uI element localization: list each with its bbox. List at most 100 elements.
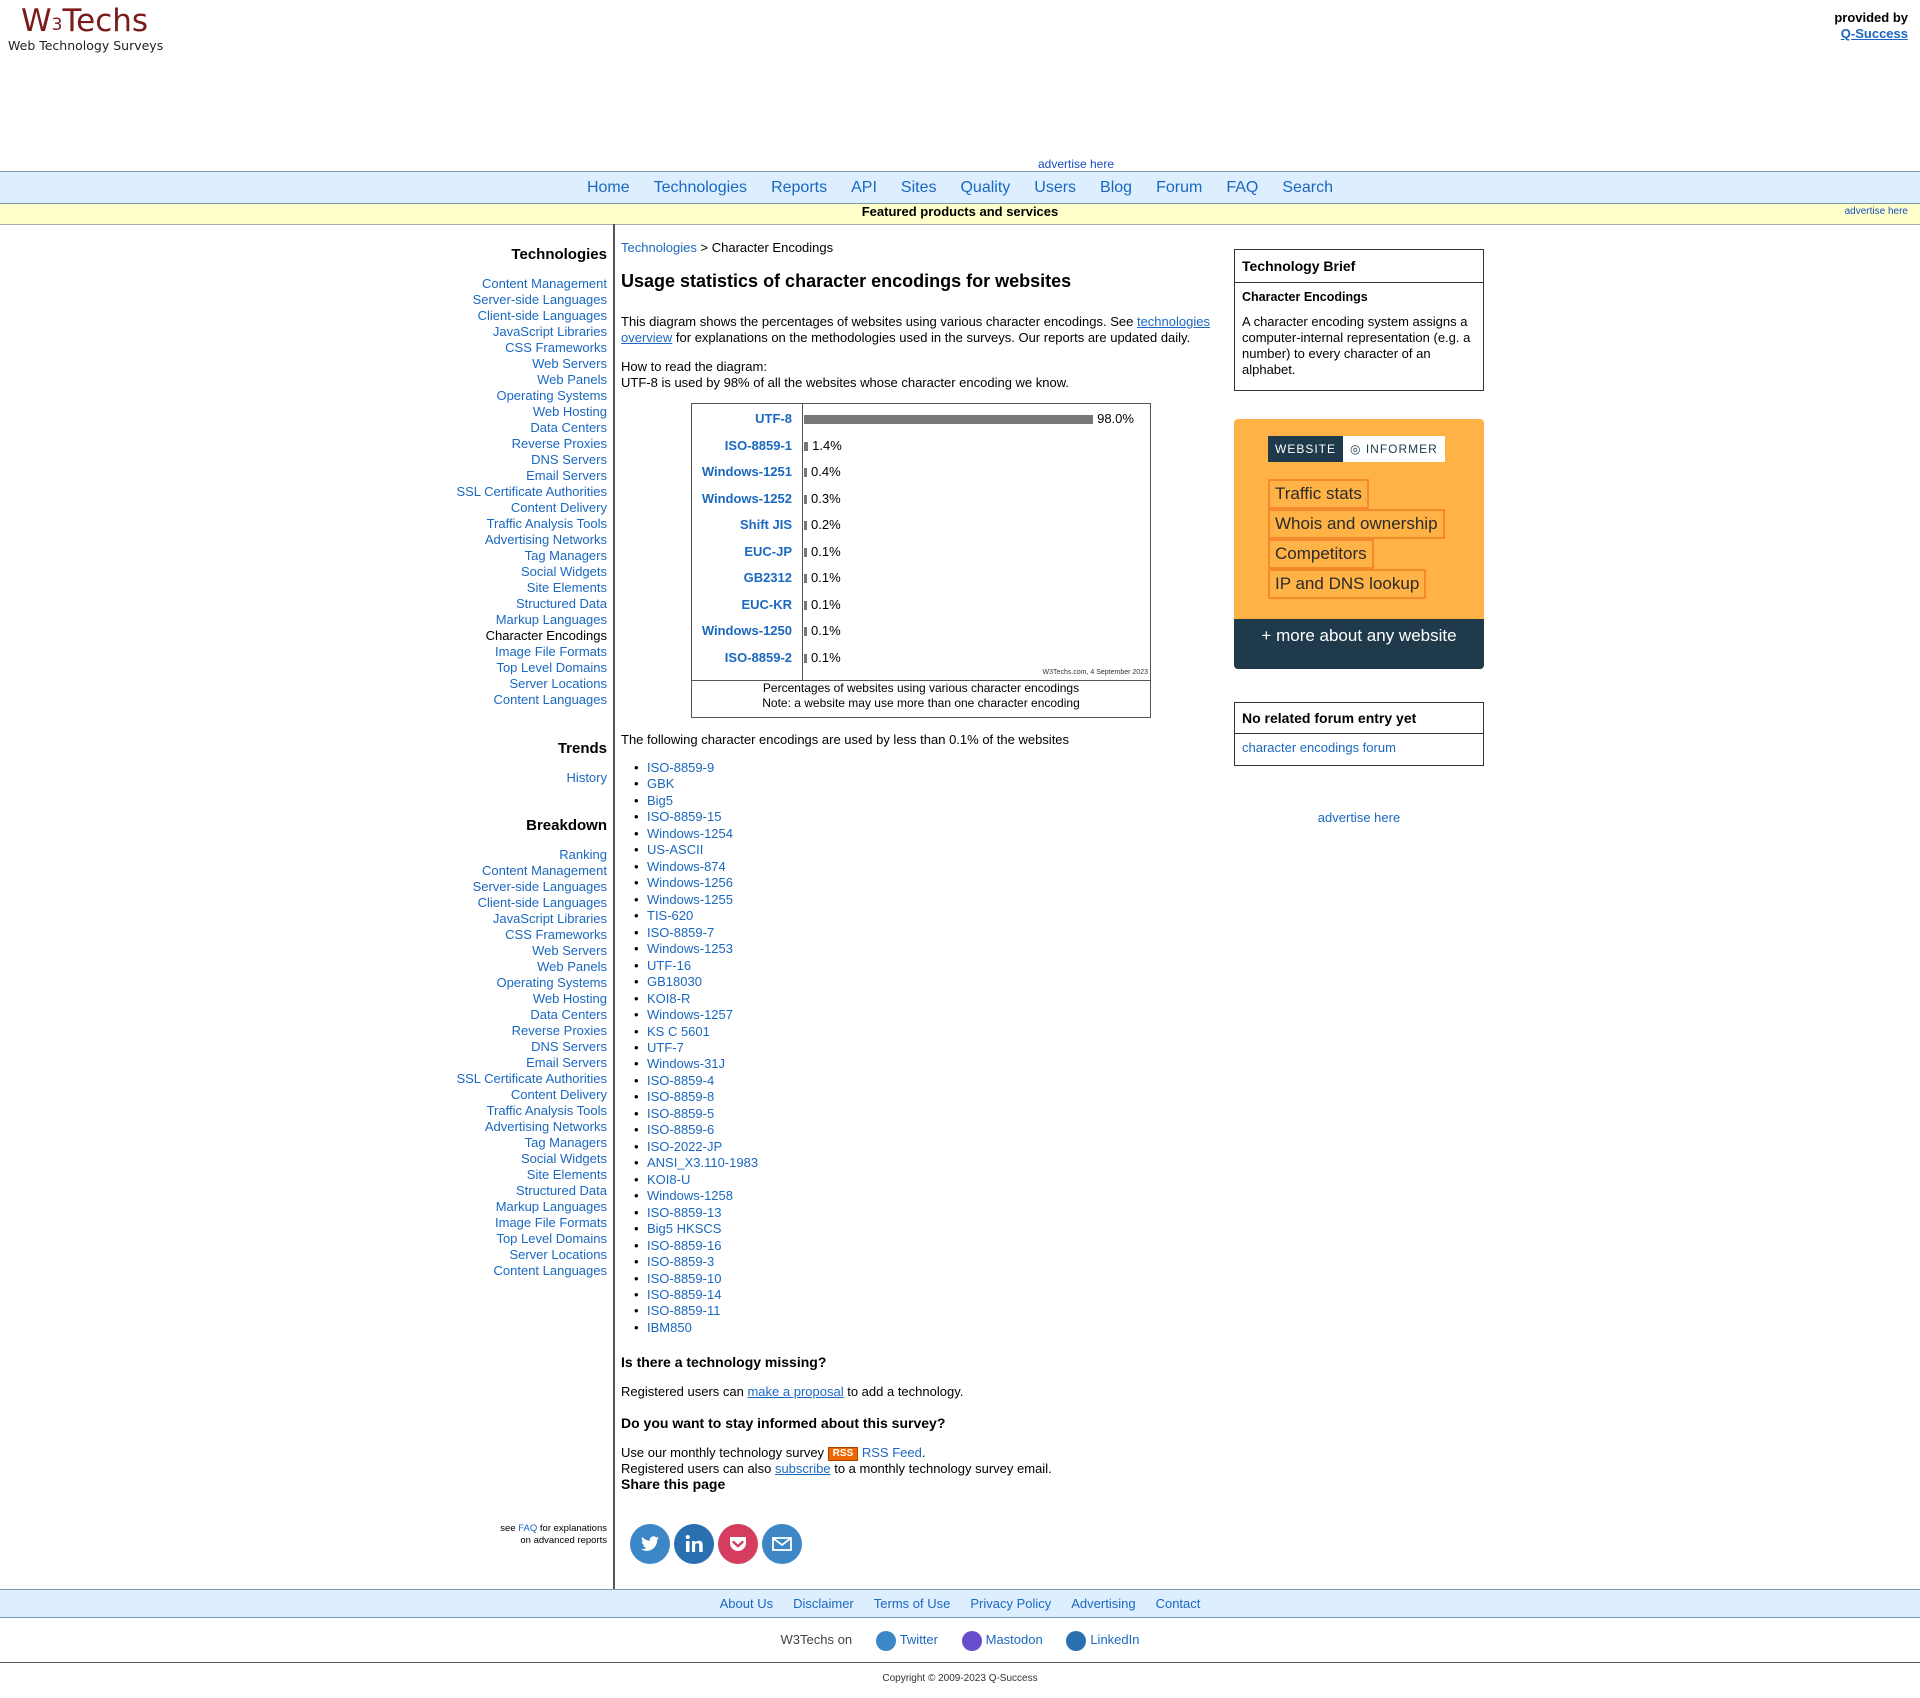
chart-category-label[interactable]: UTF-8 (755, 411, 792, 427)
informer-more-button[interactable]: + more about any website (1234, 619, 1484, 669)
sidebar-breakdown-content-management[interactable]: Content Management (456, 863, 607, 879)
footer-link-terms-of-use[interactable]: Terms of Use (874, 1596, 951, 1611)
encoding-link[interactable]: Windows-31J (647, 1056, 725, 1071)
sidebar-breakdown-structured-data[interactable]: Structured Data (456, 1183, 607, 1199)
encoding-link[interactable]: ISO-8859-14 (647, 1287, 721, 1302)
encoding-link[interactable]: ISO-8859-13 (647, 1205, 721, 1220)
encoding-link[interactable]: KOI8-R (647, 991, 690, 1006)
rss-icon[interactable]: RSS (827, 1446, 859, 1461)
encoding-link[interactable]: UTF-16 (647, 958, 691, 973)
chart-category-label[interactable]: ISO-8859-1 (725, 438, 792, 454)
share-pocket-icon[interactable] (718, 1524, 758, 1564)
nav-users[interactable]: Users (1034, 172, 1076, 203)
sidebar-item-advertising-networks[interactable]: Advertising Networks (456, 532, 607, 548)
encoding-link[interactable]: Windows-1253 (647, 941, 733, 956)
sidebar-item-content-delivery[interactable]: Content Delivery (456, 500, 607, 516)
footer-link-contact[interactable]: Contact (1156, 1596, 1201, 1611)
encoding-link[interactable]: ISO-8859-15 (647, 809, 721, 824)
footer-twitter-link[interactable]: Twitter (900, 1632, 938, 1647)
sidebar-breakdown-dns-servers[interactable]: DNS Servers (456, 1039, 607, 1055)
encoding-link[interactable]: Windows-1254 (647, 826, 733, 841)
sidebar-trend-history[interactable]: History (558, 770, 607, 786)
sidebar-breakdown-ranking[interactable]: Ranking (456, 847, 607, 863)
sidebar-item-javascript-libraries[interactable]: JavaScript Libraries (456, 324, 607, 340)
sidebar-breakdown-reverse-proxies[interactable]: Reverse Proxies (456, 1023, 607, 1039)
mastodon-icon[interactable] (961, 1630, 982, 1651)
advertise-top-link[interactable]: advertise here (1038, 157, 1114, 171)
encoding-link[interactable]: ISO-8859-4 (647, 1073, 714, 1088)
rss-feed-link[interactable]: RSS Feed (862, 1445, 922, 1460)
sidebar-item-css-frameworks[interactable]: CSS Frameworks (456, 340, 607, 356)
forum-link[interactable]: character encodings forum (1235, 734, 1483, 761)
encoding-link[interactable]: Big5 HKSCS (647, 1221, 721, 1236)
sidebar-breakdown-ssl-certificate-authorities[interactable]: SSL Certificate Authorities (456, 1071, 607, 1087)
chart-category-label[interactable]: Shift JIS (740, 517, 792, 533)
sidebar-item-tag-managers[interactable]: Tag Managers (456, 548, 607, 564)
encoding-link[interactable]: ISO-8859-8 (647, 1089, 714, 1104)
footer-link-privacy-policy[interactable]: Privacy Policy (970, 1596, 1051, 1611)
sidebar-item-web-panels[interactable]: Web Panels (456, 372, 607, 388)
informer-item[interactable]: Traffic stats (1268, 479, 1369, 509)
sidebar-item-web-servers[interactable]: Web Servers (456, 356, 607, 372)
chart-category-label[interactable]: Windows-1252 (702, 491, 792, 507)
sidebar-breakdown-advertising-networks[interactable]: Advertising Networks (456, 1119, 607, 1135)
sidebar-item-data-centers[interactable]: Data Centers (456, 420, 607, 436)
linkedin-icon[interactable] (1066, 1630, 1087, 1651)
encoding-link[interactable]: Windows-1255 (647, 892, 733, 907)
sidebar-item-social-widgets[interactable]: Social Widgets (456, 564, 607, 580)
nav-technologies[interactable]: Technologies (654, 172, 747, 203)
sidebar-item-web-hosting[interactable]: Web Hosting (456, 404, 607, 420)
sidebar-breakdown-email-servers[interactable]: Email Servers (456, 1055, 607, 1071)
footer-link-advertising[interactable]: Advertising (1071, 1596, 1135, 1611)
nav-reports[interactable]: Reports (771, 172, 827, 203)
sidebar-item-reverse-proxies[interactable]: Reverse Proxies (456, 436, 607, 452)
sidebar-breakdown-web-hosting[interactable]: Web Hosting (456, 991, 607, 1007)
make-proposal-link[interactable]: make a proposal (747, 1384, 843, 1399)
encoding-link[interactable]: ISO-8859-10 (647, 1271, 721, 1286)
footer-link-about-us[interactable]: About Us (720, 1596, 773, 1611)
informer-item[interactable]: Whois and ownership (1268, 509, 1445, 539)
nav-blog[interactable]: Blog (1100, 172, 1132, 203)
nav-faq[interactable]: FAQ (1226, 172, 1258, 203)
nav-search[interactable]: Search (1282, 172, 1333, 203)
chart-category-label[interactable]: EUC-JP (744, 544, 792, 560)
chart-category-label[interactable]: Windows-1250 (702, 623, 792, 639)
sidebar-breakdown-tag-managers[interactable]: Tag Managers (456, 1135, 607, 1151)
informer-item[interactable]: Competitors (1268, 539, 1374, 569)
encoding-link[interactable]: ISO-2022-JP (647, 1139, 722, 1154)
share-email-icon[interactable] (762, 1524, 802, 1564)
sidebar-breakdown-content-delivery[interactable]: Content Delivery (456, 1087, 607, 1103)
sidebar-item-markup-languages[interactable]: Markup Languages (456, 612, 607, 628)
advertise-right-link[interactable]: advertise here (1318, 810, 1400, 825)
encoding-link[interactable]: Windows-1256 (647, 875, 733, 890)
sidebar-item-structured-data[interactable]: Structured Data (456, 596, 607, 612)
sidebar-item-dns-servers[interactable]: DNS Servers (456, 452, 607, 468)
footer-linkedin-link[interactable]: LinkedIn (1090, 1632, 1139, 1647)
sidebar-item-server-locations[interactable]: Server Locations (456, 676, 607, 692)
sidebar-item-image-file-formats[interactable]: Image File Formats (456, 644, 607, 660)
sidebar-breakdown-social-widgets[interactable]: Social Widgets (456, 1151, 607, 1167)
site-logo[interactable]: W3Techs Web Technology Surveys (8, 2, 163, 53)
sidebar-breakdown-web-servers[interactable]: Web Servers (456, 943, 607, 959)
nav-api[interactable]: API (851, 172, 877, 203)
encoding-link[interactable]: ISO-8859-7 (647, 925, 714, 940)
encoding-link[interactable]: ISO-8859-9 (647, 760, 714, 775)
sidebar-breakdown-server-locations[interactable]: Server Locations (456, 1247, 607, 1263)
sidebar-item-email-servers[interactable]: Email Servers (456, 468, 607, 484)
share-linkedin-icon[interactable] (674, 1524, 714, 1564)
sidebar-breakdown-server-side-languages[interactable]: Server-side Languages (456, 879, 607, 895)
encoding-link[interactable]: Windows-1257 (647, 1007, 733, 1022)
sidebar-breakdown-traffic-analysis-tools[interactable]: Traffic Analysis Tools (456, 1103, 607, 1119)
sidebar-item-client-side-languages[interactable]: Client-side Languages (456, 308, 607, 324)
encoding-link[interactable]: Big5 (647, 793, 673, 808)
sidebar-item-content-languages[interactable]: Content Languages (456, 692, 607, 708)
sidebar-breakdown-data-centers[interactable]: Data Centers (456, 1007, 607, 1023)
sidebar-item-server-side-languages[interactable]: Server-side Languages (456, 292, 607, 308)
sidebar-breakdown-top-level-domains[interactable]: Top Level Domains (456, 1231, 607, 1247)
encoding-link[interactable]: ISO-8859-3 (647, 1254, 714, 1269)
encoding-link[interactable]: GBK (647, 776, 674, 791)
chart-category-label[interactable]: ISO-8859-2 (725, 650, 792, 666)
chart-category-label[interactable]: GB2312 (744, 570, 792, 586)
share-twitter-icon[interactable] (630, 1524, 670, 1564)
sidebar-item-ssl-certificate-authorities[interactable]: SSL Certificate Authorities (456, 484, 607, 500)
